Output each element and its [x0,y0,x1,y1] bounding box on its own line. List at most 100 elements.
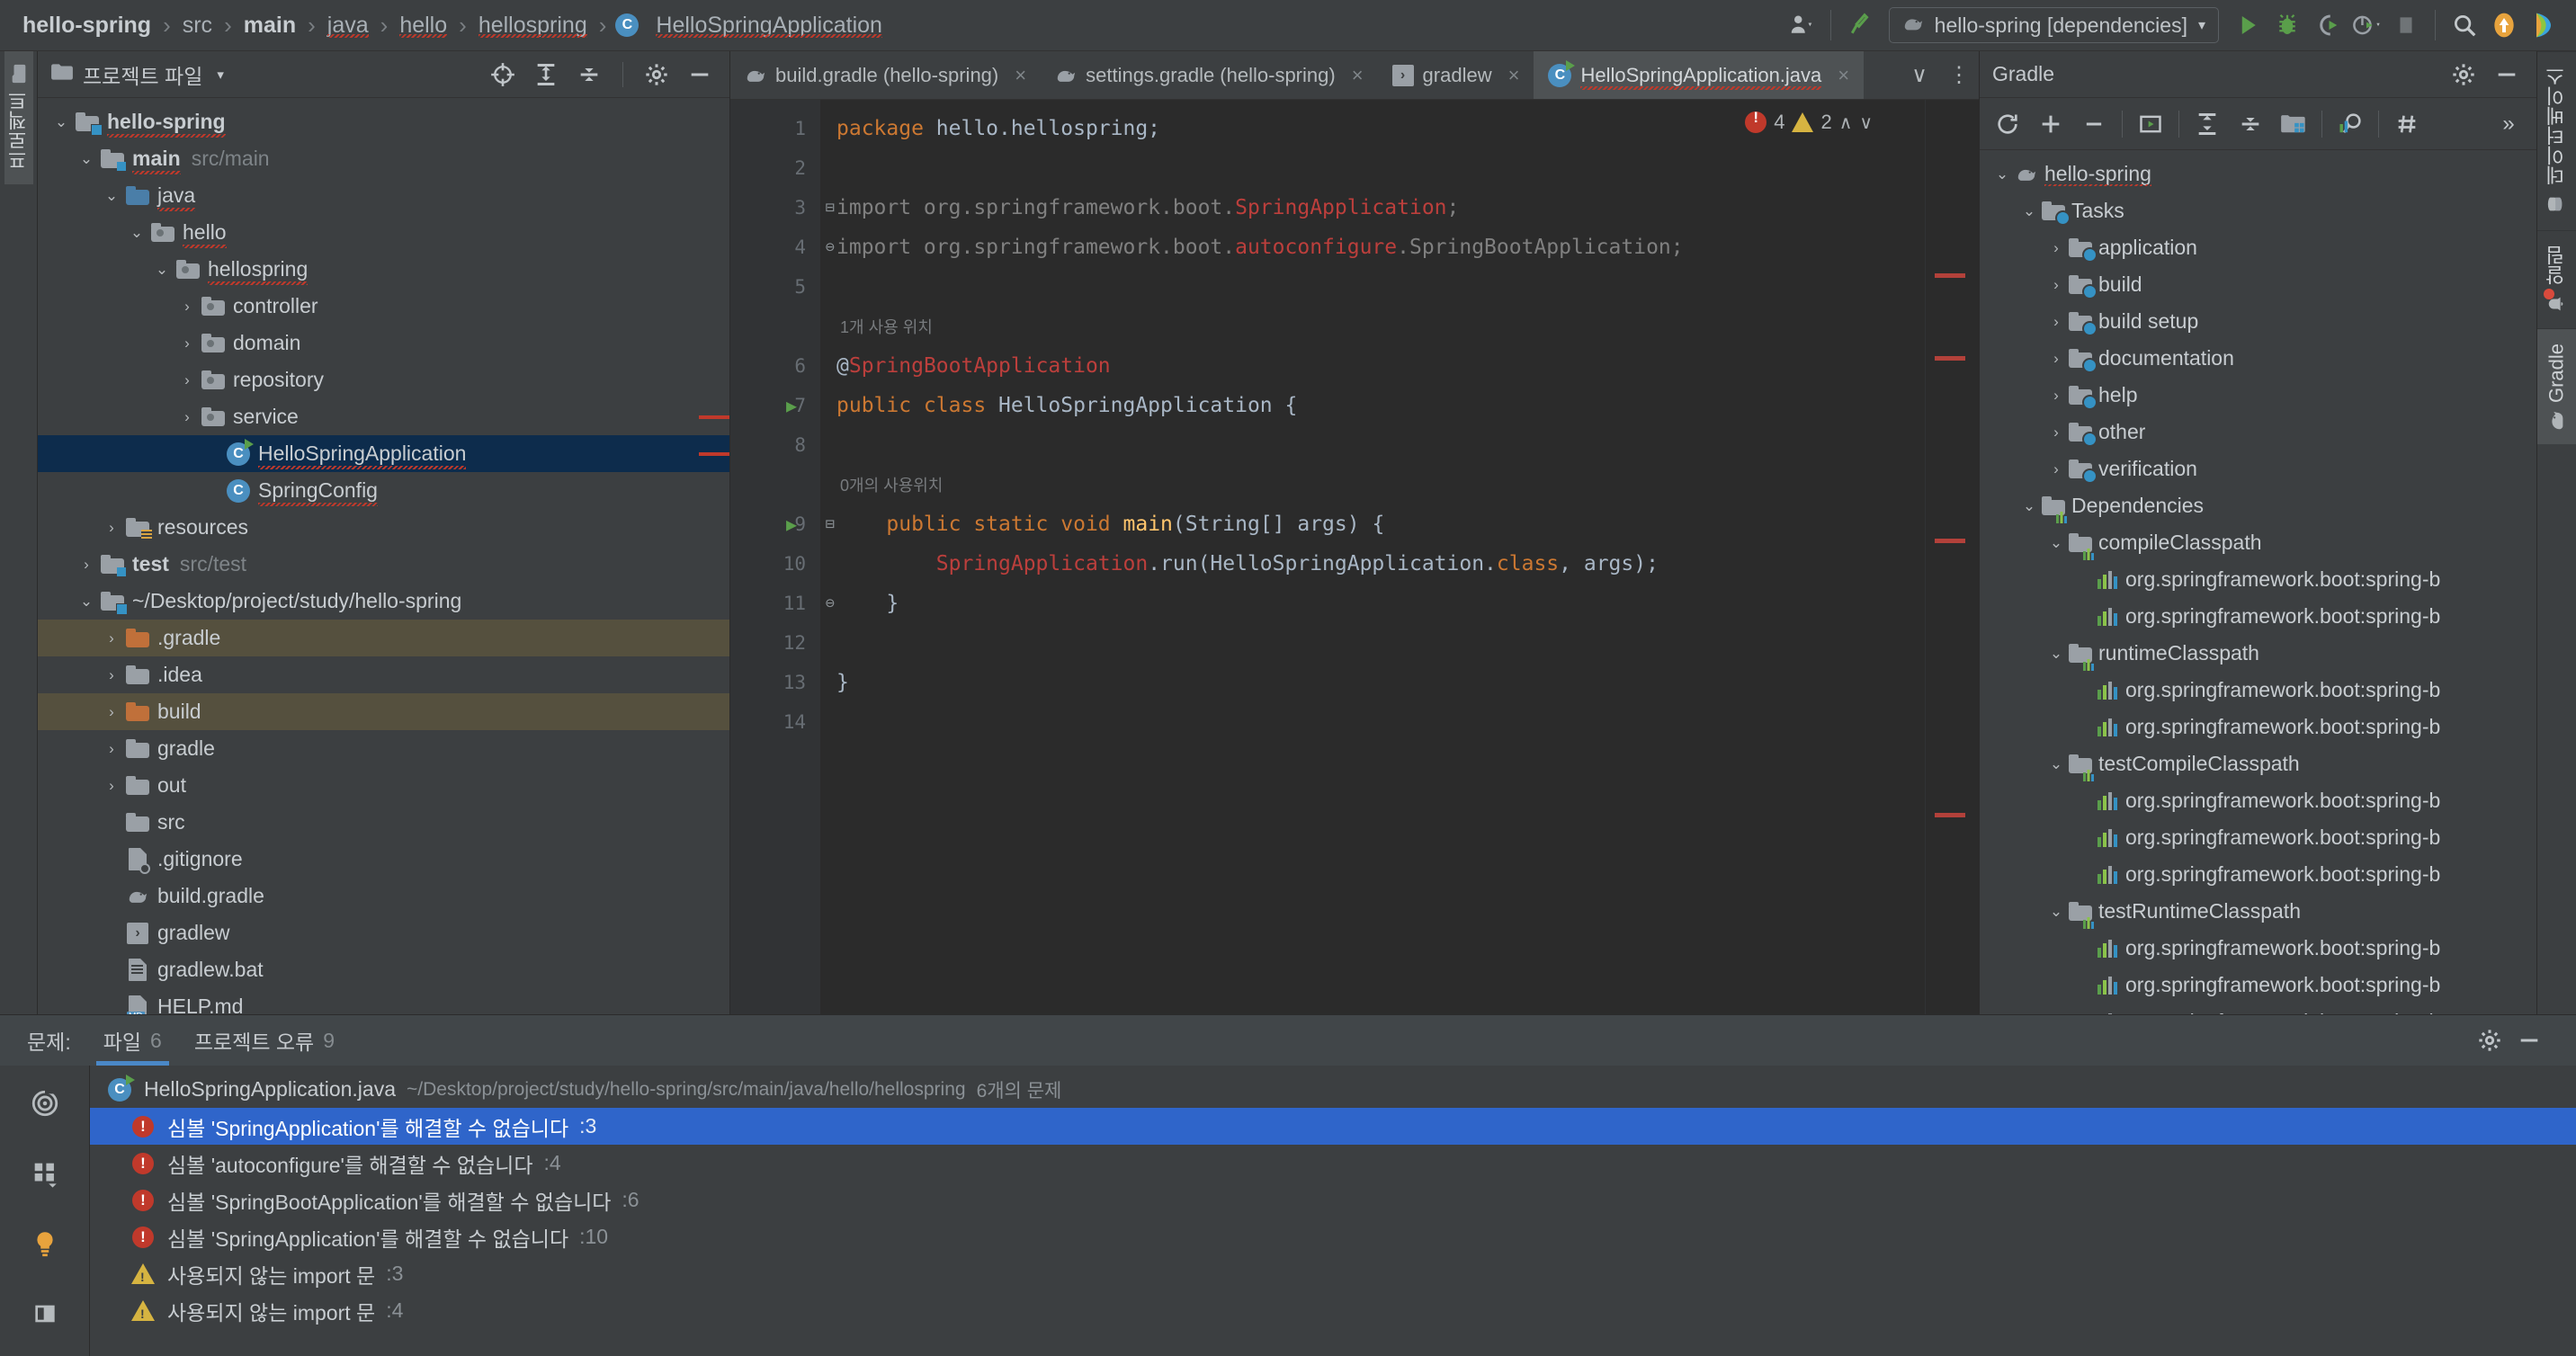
line-number[interactable]: 8 [730,425,820,465]
line-number[interactable]: 11 ⊖ [730,584,835,623]
breadcrumb-item-hello-spring[interactable]: hello-spring [13,13,161,39]
chevron-down-icon[interactable]: ⌄ [2044,903,2068,921]
code-line[interactable]: @ SpringBootApplication [836,346,1925,386]
project-tree-item[interactable]: ›build.gradle [38,878,729,914]
line-number[interactable]: 1 [730,109,820,148]
code-line[interactable] [836,623,1925,663]
error-stripe-mark[interactable] [1935,273,1965,279]
chevron-right-icon[interactable]: › [2044,276,2068,294]
chevron-down-icon[interactable]: ⌄ [2044,645,2068,663]
chevron-down-icon[interactable]: ⌄ [74,150,99,168]
sidebar-item-notifications[interactable]: 알림 [2537,230,2576,328]
project-tree-item[interactable]: ›CHelloSpringApplication [38,435,729,472]
close-icon[interactable]: × [1352,64,1364,87]
project-tree-item[interactable]: › resources [38,509,729,546]
project-tree-item[interactable]: ››gradlew [38,914,729,951]
gradle-tree-item[interactable]: › verification [1980,451,2536,487]
gradle-tree-item[interactable]: ⌄ testCompileClasspath [1980,745,2536,782]
problem-row[interactable]: 심볼 'autoconfigure'를 해결할 수 없습니다:4 [90,1145,2576,1182]
chevron-down-icon[interactable]: ⌄ [2017,202,2041,220]
editor-tab[interactable]: › gradlew × [1378,51,1534,99]
line-number[interactable]: 13 [730,663,820,702]
breadcrumb-item-hello[interactable]: hello [389,13,457,39]
add-icon[interactable] [2030,104,2071,144]
chevron-down-icon[interactable]: ⌄ [49,113,74,131]
problems-list[interactable]: C HelloSpringApplication.java ~/Desktop/pr… [90,1066,2576,1356]
chevron-right-icon[interactable]: › [2044,313,2068,331]
editor-tab[interactable]: settings.gradle (hello-spring) × [1041,51,1377,99]
run-icon[interactable] [2228,5,2267,45]
run-task-icon[interactable] [2130,104,2171,144]
gradle-tree-item[interactable]: ›org.springframework.boot:spring-b [1980,1004,2536,1014]
chevron-right-icon[interactable]: › [2044,460,2068,478]
editor-gutter[interactable]: 1 2 3 ⊟ 4 ⊖ 5 6 7 ▶ 8 9 ▶ ⊟ 10 11 ⊖ 12 13 14 [730,100,835,1014]
chevron-right-icon[interactable]: › [2044,350,2068,368]
gradle-tree-item[interactable]: ›org.springframework.boot:spring-b [1980,819,2536,856]
chevron-down-icon[interactable]: ⌄ [99,187,124,205]
group-by-icon[interactable] [23,1152,67,1195]
breadcrumb-item-hellospring[interactable]: hellospring [469,13,597,39]
chevron-right-icon[interactable]: › [74,556,99,574]
code-line[interactable] [836,148,1925,188]
reload-all-gradle-projects-icon[interactable] [1987,104,2028,144]
previous-problem-icon[interactable]: ∧ [1839,112,1853,134]
collapse-all-icon[interactable] [572,58,606,92]
code-line[interactable]: SpringApplication .run(HelloSpringApplica… [836,544,1925,584]
line-number[interactable]: 5 [730,267,820,307]
gradle-tree-item[interactable]: ⌄ hello-spring [1980,156,2536,192]
expand-all-icon[interactable] [2187,104,2228,144]
project-tree-item[interactable]: ⌄ hellospring [38,251,729,288]
project-tree-item[interactable]: ⌄ ~/Desktop/project/study/hello-spring [38,583,729,620]
line-number[interactable]: 3 ⊟ [730,188,835,227]
error-stripe-mark[interactable] [1935,355,1965,361]
project-tree-item[interactable]: ›.gitignore [38,841,729,878]
preview-panel-icon[interactable] [23,1292,67,1335]
gear-icon[interactable] [640,58,674,92]
line-number[interactable]: 6 [730,346,820,386]
project-tree-item[interactable]: › gradle [38,730,729,767]
hammer-build-icon[interactable] [1840,5,1880,45]
run-gutter-icon[interactable]: ▶ [786,395,797,416]
chevron-right-icon[interactable]: › [99,629,124,647]
collapse-all-icon[interactable] [2230,104,2271,144]
gradle-tree-item[interactable]: ⌄ testRuntimeClasspath [1980,893,2536,930]
code-line[interactable]: import org.springframework.boot. SpringAp… [836,188,1925,227]
chevron-right-icon[interactable]: › [99,703,124,721]
next-problem-icon[interactable]: ∨ [1859,112,1873,134]
project-tree-item[interactable]: › service [38,398,729,435]
line-number[interactable]: 2 [730,148,820,188]
remove-icon[interactable] [2073,104,2115,144]
account-icon[interactable] [1782,5,1821,45]
breadcrumb-item-src[interactable]: src [173,13,222,39]
run-configuration-selector[interactable]: hello-spring [dependencies] ▾ [1888,7,2219,43]
line-number[interactable]: 10 [730,544,820,584]
close-icon[interactable]: × [1838,64,1849,87]
profiler-icon[interactable] [2347,5,2386,45]
project-tree-item[interactable]: ⌄ main src/main [38,140,729,177]
error-stripe-mark[interactable] [1935,813,1965,818]
chevron-down-icon[interactable]: ▾ [217,67,224,83]
project-tree-item[interactable]: › .gradle [38,620,729,656]
breadcrumb-item-java[interactable]: java [318,13,379,39]
problems-file-row[interactable]: C HelloSpringApplication.java ~/Desktop/pr… [90,1071,2576,1108]
run-with-coverage-icon[interactable] [2307,5,2347,45]
chevron-right-icon[interactable]: › [99,740,124,758]
error-stripe-mark[interactable] [1935,539,1965,544]
inspection-scope-icon[interactable] [23,1082,67,1125]
line-number[interactable]: 12 [730,623,820,663]
chevron-right-icon[interactable]: › [2044,424,2068,442]
gradle-tree-item[interactable]: ›org.springframework.boot:spring-b [1980,672,2536,709]
project-tree[interactable]: ⌄ hello-spring ⌄ main src/main ⌄ java ⌄ hello ⌄ he… [38,98,729,1014]
hide-icon[interactable] [683,58,717,92]
chevron-right-icon[interactable]: › [174,298,200,316]
chevron-down-icon[interactable]: ⌄ [1990,165,2014,183]
code-line[interactable]: import org.springframework.boot. autoconf… [836,227,1925,267]
project-tree-item[interactable]: ⌄ java [38,177,729,214]
chevron-right-icon[interactable]: › [99,777,124,795]
project-tree-item[interactable]: › test src/test [38,546,729,583]
problem-row[interactable]: 사용되지 않는 import 문:3 [90,1255,2576,1292]
gear-icon[interactable] [2446,58,2481,92]
more-options-icon[interactable]: ⋮ [1939,51,1979,99]
hide-icon[interactable] [2490,58,2524,92]
code-line[interactable] [836,267,1925,307]
